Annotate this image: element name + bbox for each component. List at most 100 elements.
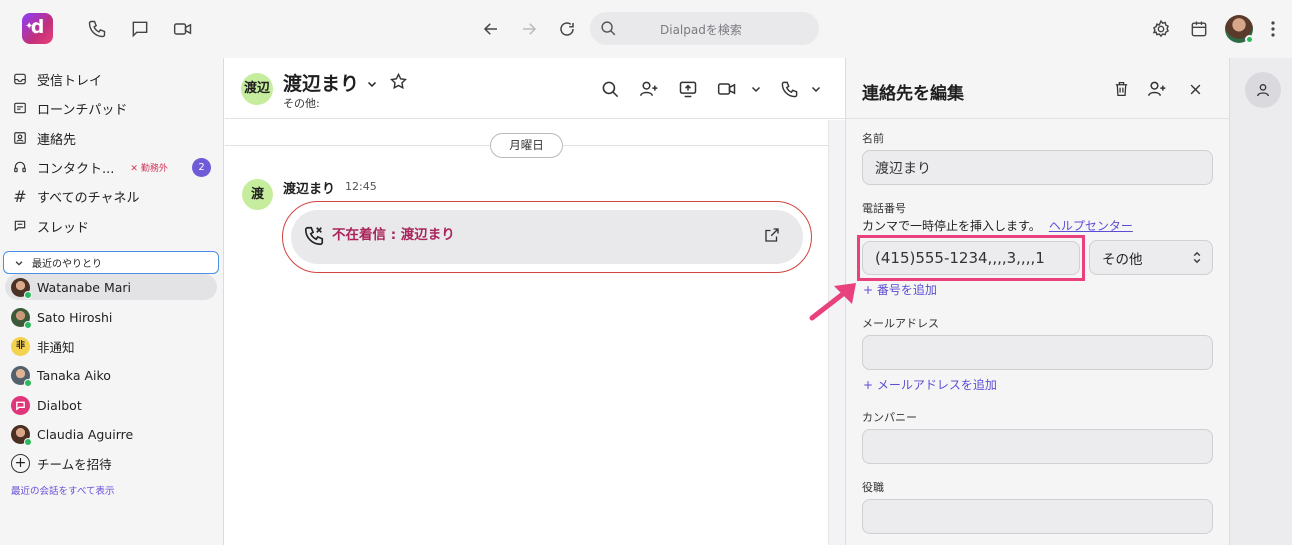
scrollbar[interactable] [828, 120, 845, 545]
missed-call-label: 不在着信 : 渡辺まり [332, 227, 455, 243]
add-phone-link[interactable]: + 番号を追加 [863, 281, 937, 298]
sidebar-item-label: スレッド [37, 220, 90, 236]
sidebar-item-threads[interactable]: スレッド [12, 215, 217, 237]
missed-call-card[interactable]: 不在着信 : 渡辺まり [291, 210, 803, 264]
recent-contact-tanaka-aiko[interactable]: Tanaka Aiko [5, 362, 217, 388]
phone-number-field[interactable]: (415)555-1234,,,,3,,,,1 [862, 241, 1080, 275]
name-label: 名前 [862, 132, 884, 145]
contacts-icon [12, 130, 28, 146]
recent-contact-watanabe-mari[interactable]: Watanabe Mari [5, 274, 217, 300]
open-external-icon[interactable] [763, 226, 781, 244]
contact-name: Dialbot [37, 397, 82, 413]
contact-info-button[interactable] [1245, 72, 1281, 108]
avatar [11, 424, 32, 446]
search-input[interactable]: Dialpadを検索 [590, 12, 819, 45]
sidebar-item-contact-center[interactable]: コンタクト... ✕ 勤務外 2 [12, 156, 217, 178]
launchpad-icon [12, 100, 28, 116]
message-icon[interactable] [128, 17, 152, 41]
recent-section-toggle[interactable]: 最近のやりとり [3, 251, 219, 274]
avatar [11, 365, 32, 387]
chevron-down-icon[interactable] [745, 78, 767, 100]
plus-circle-icon: + [11, 453, 30, 473]
sidebar-item-all-channels[interactable]: # すべてのチャネル [12, 185, 217, 207]
reload-icon[interactable] [555, 17, 579, 41]
contact-name: Sato Hiroshi [37, 309, 113, 325]
trash-icon[interactable] [1110, 78, 1132, 100]
video-call-icon[interactable] [716, 78, 738, 100]
phone-label: 電話番号 [862, 202, 906, 215]
dialpad-logo[interactable]: ✦ d [22, 13, 53, 44]
phone-type-value: その他 [1102, 251, 1143, 268]
search-placeholder: Dialpadを検索 [660, 23, 742, 37]
updown-chevron-icon [1193, 251, 1201, 264]
right-rail [1229, 58, 1292, 545]
off-duty-status: ✕ 勤務外 [130, 163, 168, 174]
contact-avatar: 渡辺 [241, 73, 273, 105]
sidebar-item-label: 連絡先 [37, 132, 77, 148]
invite-team-button[interactable]: + チームを招待 [5, 450, 217, 476]
edit-contact-panel: 連絡先を編集 名前 渡辺まり 電話番号 カンマで一時停止を挿入します。 ヘルプセン… [809, 58, 1230, 545]
role-field[interactable] [862, 499, 1213, 534]
message-avatar: 渡 [242, 179, 273, 210]
back-arrow-icon[interactable] [479, 17, 503, 41]
company-field[interactable] [862, 429, 1213, 464]
recent-contact-sato-hiroshi[interactable]: Sato Hiroshi [5, 304, 217, 330]
forward-arrow-icon[interactable] [517, 17, 541, 41]
sidebar-item-inbox[interactable]: 受信トレイ [12, 68, 217, 90]
close-icon[interactable] [1184, 78, 1206, 100]
top-bar: ✦ d Dialpadを検索 [0, 0, 1292, 58]
sidebar-item-contacts[interactable]: 連絡先 [12, 127, 217, 149]
message-sender: 渡辺まり [283, 182, 336, 197]
screen-share-icon[interactable] [677, 78, 699, 100]
role-label: 役職 [862, 481, 884, 494]
recent-contact-dialbot[interactable]: Dialbot [5, 392, 217, 418]
recent-section-label: 最近のやりとり [32, 259, 102, 270]
person-icon [1257, 84, 1269, 97]
settings-icon[interactable] [1149, 17, 1173, 41]
more-menu-icon[interactable] [1261, 17, 1285, 41]
contact-subtitle: その他: [283, 97, 320, 110]
message-time: 12:45 [345, 180, 377, 193]
avatar [11, 307, 32, 329]
add-email-link[interactable]: + メールアドレスを追加 [863, 376, 997, 393]
phone-type-select[interactable]: その他 [1089, 240, 1213, 275]
phone-icon[interactable] [85, 17, 109, 41]
conversation-header: 渡辺 渡辺まり その他: [225, 58, 845, 119]
search-icon[interactable] [599, 78, 621, 100]
threads-icon [12, 218, 28, 234]
video-icon[interactable] [171, 17, 195, 41]
email-label: メールアドレス [862, 317, 939, 330]
help-center-link[interactable]: ヘルプセンター [1049, 219, 1133, 233]
contact-name: Watanabe Mari [37, 279, 132, 295]
phone-call-icon[interactable] [778, 78, 800, 100]
email-field[interactable] [862, 335, 1213, 370]
sidebar-item-label: すべてのチャネル [37, 190, 140, 206]
sidebar-item-label: コンタクト... [37, 161, 115, 177]
contact-name-header[interactable]: 渡辺まり [283, 69, 378, 96]
avatar [11, 277, 32, 299]
calendar-icon[interactable] [1187, 17, 1211, 41]
sidebar-item-label: ローンチパッド [37, 102, 128, 118]
chevron-down-icon[interactable] [805, 78, 827, 100]
sidebar-item-launchpad[interactable]: ローンチパッド [12, 97, 217, 119]
add-person-icon[interactable] [1146, 78, 1168, 100]
star-icon[interactable] [387, 70, 409, 92]
inbox-icon [12, 71, 28, 87]
unread-count-badge: 2 [192, 158, 211, 177]
panel-divider [846, 118, 1230, 119]
chevron-down-icon [367, 81, 376, 88]
contact-name: 非通知 [37, 339, 75, 355]
name-field[interactable]: 渡辺まり [862, 150, 1213, 185]
recent-contact-claudia-aguirre[interactable]: Claudia Aguirre [5, 421, 217, 447]
contact-name: Tanaka Aiko [37, 367, 111, 383]
show-all-recent-link[interactable]: 最近の会話をすべて表示 [11, 483, 114, 497]
headset-icon [12, 159, 28, 175]
recent-contact-private-number[interactable]: 非 非通知 [5, 333, 217, 359]
dialbot-icon [11, 395, 30, 415]
add-person-icon[interactable] [638, 78, 660, 100]
day-label: 月曜日 [490, 133, 563, 158]
phone-helper-text: カンマで一時停止を挿入します。 ヘルプセンター [862, 219, 1133, 233]
chevron-down-icon [15, 260, 23, 266]
sidebar-item-label: 受信トレイ [37, 73, 103, 89]
invite-team-label: チームを招待 [37, 456, 112, 472]
